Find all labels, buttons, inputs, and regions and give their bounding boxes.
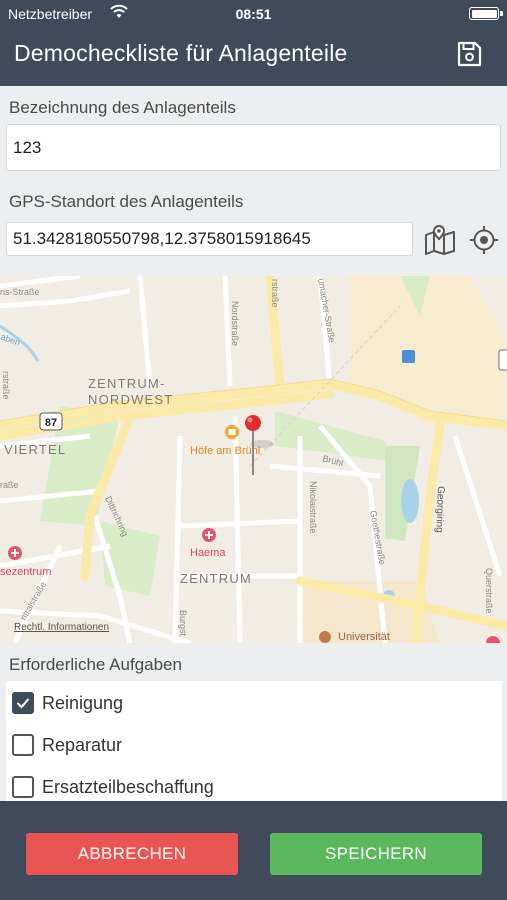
route-badge: 87: [45, 417, 57, 429]
poi-label: Haema: [190, 547, 226, 559]
task-list: Reinigung Reparatur Ersatzteilbeschaffun…: [6, 681, 502, 801]
street-label: Querstraße: [484, 568, 494, 614]
street-label: rstraße: [270, 279, 280, 308]
poi-label: Höfe am Brühl: [190, 445, 260, 457]
battery-cap: [500, 11, 503, 16]
name-label: Bezeichnung des Anlagenteils: [9, 98, 236, 117]
poi-label: Universität: [338, 631, 390, 643]
task-item-ersatzteilbeschaffung[interactable]: Ersatzteilbeschaffung: [12, 767, 214, 801]
street-label: Nordstraße: [230, 301, 240, 346]
save-button[interactable]: SPEICHERN: [270, 833, 482, 875]
battery-icon: [469, 7, 499, 20]
task-label: Ersatzteilbeschaffung: [42, 776, 214, 797]
poi-label: sezentrum: [0, 566, 51, 578]
district-label: ZENTRUM: [180, 571, 252, 586]
street-label: Georgiring: [433, 486, 446, 533]
floppy-disk-icon[interactable]: [455, 40, 483, 68]
checkbox-icon[interactable]: [12, 776, 34, 798]
map-view[interactable]: ZENTRUM- NORDWEST ZENTRUM VIERTEL 87 Höf…: [0, 276, 507, 643]
cancel-button[interactable]: ABBRECHEN: [26, 833, 238, 875]
gps-label: GPS-Standort des Anlagenteils: [9, 192, 244, 211]
street-label: ns-Straße: [0, 287, 40, 297]
footer-bar: ABBRECHEN SPEICHERN: [0, 801, 507, 900]
district-label: ZENTRUM-: [88, 376, 165, 391]
nav-bar: Democheckliste für Anlagenteile: [0, 28, 507, 86]
street-label: Nikolaistraße: [308, 481, 318, 534]
tasks-section-label: Erforderliche Aufgaben: [9, 655, 182, 674]
task-label: Reparatur: [42, 734, 123, 755]
street-label: Burgst: [178, 610, 188, 637]
checkbox-checked-icon[interactable]: [12, 692, 34, 714]
clock: 08:51: [235, 6, 272, 22]
task-item-reparatur[interactable]: Reparatur: [12, 725, 122, 765]
gps-value: 51.3428180550798,12.3758015918645: [13, 229, 311, 248]
district-label: NORDWEST: [88, 392, 173, 407]
task-label: Reinigung: [42, 692, 124, 713]
map-icon[interactable]: [423, 224, 457, 256]
district-label: VIERTEL: [4, 442, 66, 457]
crosshair-icon[interactable]: [469, 224, 499, 256]
status-bar: Netzbetreiber 08:51: [0, 0, 507, 28]
street-label: raße: [0, 480, 19, 490]
street-label: rstraße: [1, 371, 11, 400]
name-value: 123: [13, 137, 42, 157]
gps-field[interactable]: 51.3428180550798,12.3758015918645: [6, 222, 413, 256]
task-item-reinigung[interactable]: Reinigung: [12, 683, 123, 723]
legal-link: Rechtl. Informationen: [14, 622, 109, 633]
page-title: Democheckliste für Anlagenteile: [14, 40, 348, 66]
name-field[interactable]: 123: [6, 124, 501, 171]
checkbox-icon[interactable]: [12, 734, 34, 756]
